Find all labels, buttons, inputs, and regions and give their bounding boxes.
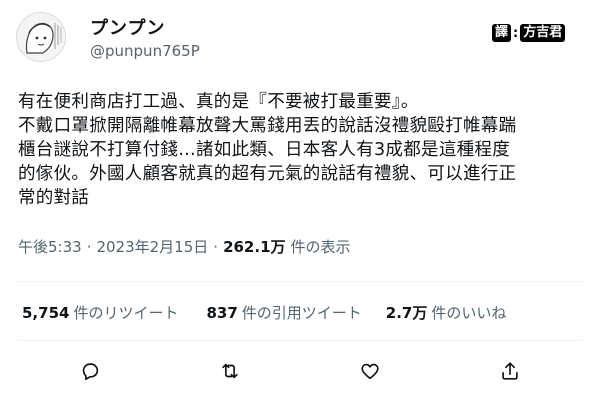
meta-separator: · (86, 237, 92, 256)
like-button[interactable] (355, 356, 385, 386)
tweet-card: プンプン @punpun765P 譯 : 方吉君 有在便利商店打工過、真的是『不… (0, 0, 598, 400)
tweet-line: 常的對話 (18, 188, 90, 208)
reply-button[interactable] (75, 356, 105, 386)
retweets-label: 件のリツイート (73, 304, 179, 322)
translator-name: 方吉君 (520, 24, 566, 42)
tweet-date[interactable]: 2023年2月15日 (96, 236, 208, 257)
meta-separator: · (213, 237, 219, 256)
quotes-label: 件の引用ツイート (241, 304, 362, 322)
share-button[interactable] (495, 356, 525, 386)
avatar[interactable] (16, 12, 66, 62)
translator-label: 譯 (492, 24, 512, 42)
quotes-count: 837 (206, 303, 238, 322)
retweet-button[interactable] (215, 356, 245, 386)
tweet-time[interactable]: 午後5:33 (18, 236, 82, 257)
divider (18, 340, 582, 341)
likes-stat[interactable]: 2.7万 件のいいね (386, 302, 507, 323)
retweet-icon (222, 363, 238, 379)
likes-label: 件のいいね (431, 304, 507, 322)
views-count[interactable]: 262.1万 (223, 236, 285, 257)
tweet-line: 不戴口罩掀開隔離帷幕放聲大罵錢用丟的說話沒禮貌毆打帷幕踹 (18, 116, 517, 136)
retweets-count: 5,754 (22, 303, 70, 322)
action-bar (0, 356, 598, 386)
avatar-illustration-icon (17, 13, 65, 61)
tweet-text: 有在便利商店打工過、真的是『不要被打最重要』。 不戴口罩掀開隔離帷幕放聲大罵錢用… (18, 90, 584, 210)
views-label: 件の表示 (290, 238, 351, 256)
display-name[interactable]: プンプン (90, 14, 165, 40)
quotes-stat[interactable]: 837 件の引用ツイート (206, 302, 361, 323)
like-icon (361, 363, 379, 380)
tweet-line: 櫃台謎說不打算付錢…諸如此類、日本客人有3成都是這種程度 (18, 140, 511, 160)
share-icon (502, 362, 518, 380)
translator-badge: 譯 : 方吉君 (492, 23, 566, 43)
retweets-stat[interactable]: 5,754 件のリツイート (22, 302, 178, 323)
reply-icon (82, 363, 99, 381)
tweet-line: 的傢伙。外國人顧客就真的超有元氣的說話有禮貌、可以進行正 (18, 164, 517, 184)
tweet-meta: 午後5:33 · 2023年2月15日 · 262.1万 件の表示 (18, 236, 351, 257)
user-handle[interactable]: @punpun765P (90, 42, 200, 60)
divider (18, 281, 582, 282)
tweet-line: 有在便利商店打工過、真的是『不要被打最重要』。 (18, 92, 419, 112)
engagement-stats: 5,754 件のリツイート 837 件の引用ツイート 2.7万 件のいいね (22, 302, 506, 323)
likes-count: 2.7万 (385, 304, 428, 322)
badge-separator: : (513, 25, 519, 41)
